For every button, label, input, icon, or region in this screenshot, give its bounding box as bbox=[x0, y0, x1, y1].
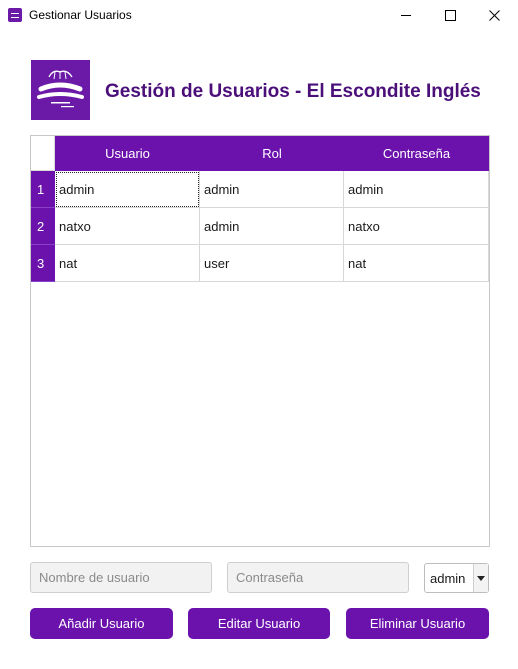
table-header: Usuario Rol Contraseña bbox=[55, 136, 489, 171]
minimize-icon bbox=[401, 14, 411, 16]
dropdown-arrow-icon[interactable] bbox=[473, 564, 488, 592]
cell-contrasena[interactable]: admin bbox=[344, 171, 489, 208]
column-header-rol[interactable]: Rol bbox=[200, 136, 344, 171]
column-header-contrasena[interactable]: Contraseña bbox=[344, 136, 489, 171]
cell-usuario[interactable]: natxo bbox=[55, 208, 200, 245]
cell-usuario[interactable]: nat bbox=[55, 245, 200, 282]
users-table[interactable]: Usuario Rol Contraseña 1 admin admin adm… bbox=[30, 135, 490, 547]
window-titlebar: Gestionar Usuarios bbox=[0, 0, 518, 30]
row-number[interactable]: 2 bbox=[31, 208, 55, 245]
close-icon bbox=[488, 9, 500, 21]
cell-rol[interactable]: admin bbox=[200, 208, 344, 245]
role-select-value: admin bbox=[430, 571, 466, 586]
close-button[interactable] bbox=[472, 0, 516, 30]
role-select[interactable]: admin bbox=[424, 563, 489, 593]
row-number[interactable]: 1 bbox=[31, 171, 55, 208]
minimize-button[interactable] bbox=[384, 0, 428, 30]
cell-contrasena[interactable]: nat bbox=[344, 245, 489, 282]
logo-graphic bbox=[37, 70, 84, 108]
table-corner bbox=[31, 136, 55, 171]
row-number[interactable]: 3 bbox=[31, 245, 55, 282]
company-logo bbox=[31, 60, 90, 120]
column-header-usuario[interactable]: Usuario bbox=[55, 136, 200, 171]
window-title: Gestionar Usuarios bbox=[29, 8, 132, 22]
page-title: Gestión de Usuarios - El Escondite Inglé… bbox=[105, 81, 481, 102]
cell-usuario[interactable]: admin bbox=[55, 171, 200, 208]
cell-rol[interactable]: admin bbox=[200, 171, 344, 208]
edit-user-button[interactable]: Editar Usuario bbox=[188, 608, 330, 639]
password-input[interactable] bbox=[227, 562, 409, 593]
cell-rol[interactable]: user bbox=[200, 245, 344, 282]
add-user-button[interactable]: Añadir Usuario bbox=[30, 608, 173, 639]
maximize-button[interactable] bbox=[428, 0, 472, 30]
cell-contrasena[interactable]: natxo bbox=[344, 208, 489, 245]
username-input[interactable] bbox=[30, 562, 212, 593]
maximize-icon bbox=[444, 9, 456, 21]
app-logo-icon bbox=[8, 8, 22, 22]
delete-user-button[interactable]: Eliminar Usuario bbox=[346, 608, 489, 639]
